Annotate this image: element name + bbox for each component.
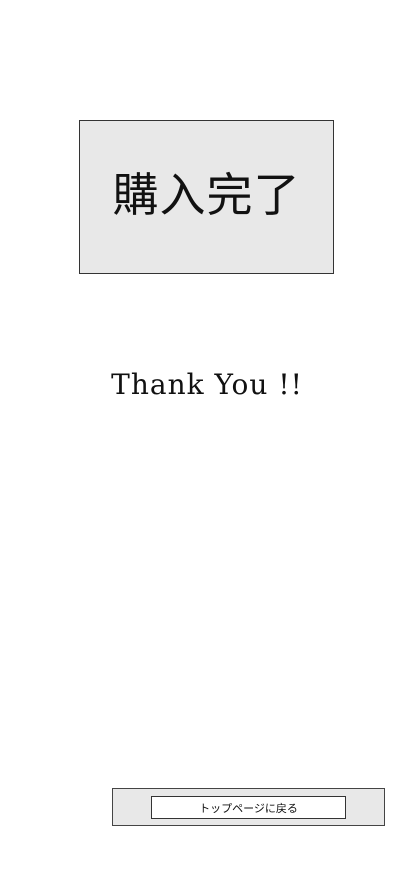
back-to-top-button[interactable]: トップページに戻る — [151, 796, 346, 819]
page-title: 購入完了 — [112, 168, 301, 222]
completion-banner: 購入完了 — [79, 120, 334, 274]
thank-you-message: Thank You !! — [111, 368, 303, 401]
footer-bar: トップページに戻る — [112, 788, 385, 826]
